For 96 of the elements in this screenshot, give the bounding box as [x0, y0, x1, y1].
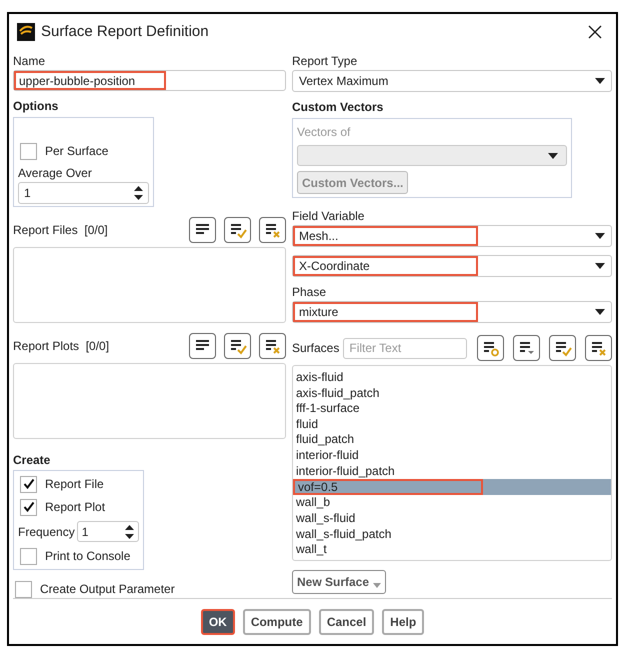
field-label: Frequency — [18, 524, 75, 541]
surface-item[interactable]: axis-fluid — [293, 369, 611, 385]
filter-field[interactable]: Filter Text — [343, 338, 468, 359]
checkbox[interactable] — [15, 580, 32, 598]
lines-check-icon — [553, 340, 572, 357]
report-type-dropdown[interactable]: Vertex Maximum — [292, 70, 612, 92]
lines-circle-icon — [481, 340, 500, 357]
lines-check-button[interactable] — [224, 217, 251, 244]
dialog-button[interactable]: Help — [382, 608, 424, 635]
lines-check-button[interactable] — [224, 333, 251, 360]
surface-label: fluid — [295, 416, 320, 432]
list-label: Surfaces — [292, 340, 340, 358]
surface-item[interactable]: interior-fluid_patch — [293, 462, 611, 479]
surface-item[interactable]: vof=0.5 — [293, 478, 611, 495]
surface-item[interactable]: fluid_patch — [293, 432, 611, 448]
lines-check-icon — [228, 338, 247, 355]
section-heading: Create — [13, 452, 52, 470]
surface-item[interactable]: fff-1-surface — [293, 400, 611, 416]
dropdown-caret-icon — [373, 582, 382, 588]
lines-cross-icon — [589, 340, 608, 357]
list-label: Report Files [0/0] — [13, 222, 109, 240]
dropdown-caret-icon — [595, 309, 605, 316]
close-icon[interactable] — [588, 25, 602, 40]
checkbox-label: Report File — [45, 476, 104, 494]
dropdown-caret-icon — [595, 233, 605, 240]
surface-item[interactable]: wall_s-fluid_patch — [293, 526, 611, 542]
checkbox-label: Report Plot — [45, 499, 106, 516]
surface-item[interactable]: wall_b — [293, 494, 611, 510]
lines-check-icon — [228, 222, 247, 239]
lines-circle-button[interactable] — [477, 335, 504, 362]
lines-button[interactable] — [189, 333, 216, 360]
surface-label: vof=0.5 — [293, 478, 483, 495]
frequency-spinner[interactable]: 1 — [76, 521, 139, 542]
surface-item[interactable]: interior-fluid — [293, 447, 611, 463]
dropdown-caret-icon — [548, 152, 558, 159]
checkbox[interactable] — [20, 142, 37, 160]
dropdown-value: mixture — [293, 302, 478, 322]
field-label: Name — [13, 53, 46, 70]
dropdown-caret-icon — [595, 263, 605, 270]
dropdown-value: X-Coordinate — [293, 256, 478, 276]
lines-cross-icon — [263, 338, 282, 355]
field-variable-dropdown[interactable]: Mesh... — [292, 225, 612, 248]
lines-cross-icon — [263, 222, 282, 239]
lines-check-button[interactable] — [549, 335, 576, 362]
spinner-value: 1 — [82, 524, 88, 541]
lines-cross-button[interactable] — [585, 335, 612, 362]
window-title: Surface Report Definition — [41, 22, 210, 42]
name-field[interactable]: upper-bubble-position — [13, 70, 286, 92]
checkbox-label: Print to Console — [45, 548, 130, 566]
surface-label: wall_s-fluid_patch — [295, 526, 392, 542]
field-label: Average Over — [18, 165, 93, 182]
average-over-spinner[interactable]: 1 — [18, 182, 149, 204]
dropdown-caret-icon — [595, 78, 605, 84]
field-label: Vectors of — [297, 124, 352, 142]
field-label: Field Variable — [292, 208, 366, 226]
surface-label: interior-fluid — [295, 447, 360, 463]
surface-label: axis-fluid_patch — [295, 384, 380, 400]
surface-label: wall_s-fluid — [295, 510, 356, 526]
section-heading: Options — [13, 98, 60, 116]
spinner-arrows-icon[interactable] — [134, 185, 143, 202]
surface-label: fluid_patch — [295, 432, 356, 448]
lines-cross-button[interactable] — [259, 333, 286, 360]
name-value: upper-bubble-position — [14, 71, 166, 90]
surface-label: wall_t — [295, 542, 328, 558]
section-heading: Custom Vectors — [292, 99, 384, 116]
dropdown-value: Vertex Maximum — [298, 73, 390, 90]
lines-caret-button[interactable] — [513, 335, 540, 362]
surface-item[interactable]: wall_s-fluid — [293, 510, 611, 526]
field-label: Phase — [292, 284, 328, 302]
lines-cross-button[interactable] — [259, 217, 286, 244]
checkbox[interactable] — [20, 498, 37, 516]
field-label: Report Type — [292, 53, 358, 70]
checkbox[interactable] — [20, 548, 37, 565]
surface-label: axis-fluid — [295, 369, 344, 385]
surface-label: wall_b — [295, 494, 332, 510]
field-variable-dropdown[interactable]: X-Coordinate — [292, 255, 612, 278]
app-logo-icon — [17, 23, 35, 42]
lines-caret-icon — [517, 340, 536, 357]
dialog-button[interactable]: Cancel — [318, 608, 374, 635]
new-surface-button[interactable]: New Surface — [292, 570, 386, 594]
dropdown-value: Mesh... — [293, 226, 478, 246]
spinner-value: 1 — [24, 185, 31, 202]
surface-item[interactable]: axis-fluid_patch — [293, 384, 611, 400]
list-label: Report Plots [0/0] — [13, 338, 110, 356]
surface-item[interactable]: wall_t — [293, 542, 611, 558]
surface-item[interactable]: fluid — [293, 416, 611, 432]
dialog-button[interactable]: Compute — [242, 608, 311, 635]
spinner-arrows-icon[interactable] — [125, 524, 134, 540]
checkbox-label: Create Output Parameter — [40, 581, 175, 598]
lines-button[interactable] — [189, 217, 216, 244]
surface-label: fff-1-surface — [295, 400, 361, 416]
checkbox-label: Per Surface — [45, 143, 108, 160]
phase-dropdown[interactable]: mixture — [292, 301, 612, 324]
checkbox[interactable] — [20, 476, 37, 493]
dialog-button[interactable]: OK — [200, 608, 235, 635]
surface-label: interior-fluid_patch — [295, 462, 396, 479]
